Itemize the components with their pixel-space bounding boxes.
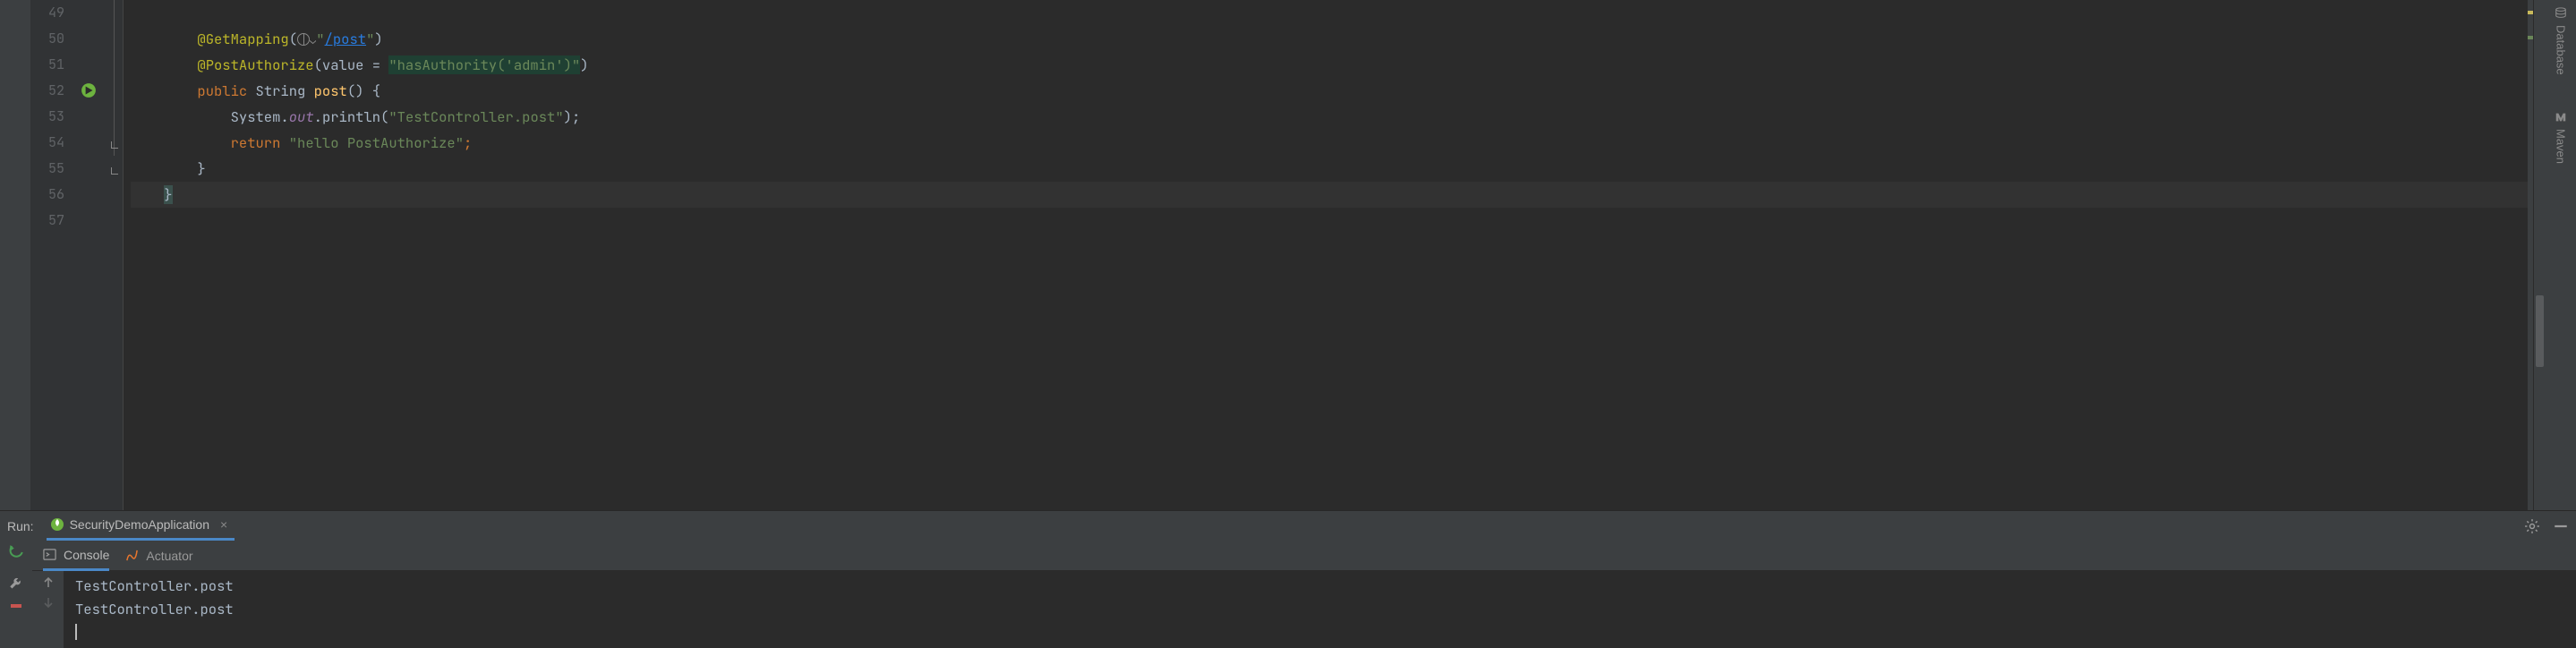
cursor xyxy=(75,624,77,640)
run-tool-window: Run: SecurityDemoApplication × Console A… xyxy=(0,510,2576,648)
console-line: TestController.post xyxy=(75,598,2565,621)
database-tool-button[interactable]: Database xyxy=(2555,7,2568,75)
console-output[interactable]: TestController.post TestController.post xyxy=(64,571,2576,648)
wrench-icon[interactable] xyxy=(8,576,24,593)
console-icon xyxy=(43,548,56,561)
actuator-tab[interactable]: Actuator xyxy=(125,541,192,570)
right-tool-strip: Database Maven xyxy=(2546,0,2576,510)
actuator-icon xyxy=(125,549,139,562)
minimize-icon[interactable] xyxy=(2553,518,2569,534)
run-side-actions xyxy=(0,541,32,571)
url-link[interactable]: /post xyxy=(325,30,367,48)
console-nav-column xyxy=(32,571,64,648)
console-tab[interactable]: Console xyxy=(43,541,109,571)
close-icon[interactable]: × xyxy=(220,517,227,532)
arrow-down-icon[interactable] xyxy=(41,596,55,610)
run-actions-column xyxy=(0,571,32,648)
annotation-postauthorize: @PostAuthorize xyxy=(197,55,313,74)
fold-gutter[interactable] xyxy=(106,0,124,510)
editor-scrollbar[interactable] xyxy=(2533,0,2546,510)
rerun-icon[interactable] xyxy=(8,544,24,560)
project-tool-strip[interactable] xyxy=(0,0,30,510)
console-line: TestController.post xyxy=(75,575,2565,598)
code-content[interactable]: @GetMapping(⌄"/post") @PostAuthorize(val… xyxy=(124,0,2528,510)
run-header: Run: SecurityDemoApplication × xyxy=(0,510,2576,541)
line-number-gutter: 49 50 51 52 53 54 55 56 57 xyxy=(30,0,75,510)
spring-run-icon[interactable] xyxy=(81,82,97,98)
maven-icon xyxy=(2555,111,2567,124)
spring-icon xyxy=(50,517,64,532)
maven-tool-button[interactable]: Maven xyxy=(2555,111,2568,164)
gutter-icon-strip xyxy=(75,0,106,510)
run-label: Run: xyxy=(7,519,34,533)
scrollbar-thumb[interactable] xyxy=(2536,295,2544,367)
globe-icon xyxy=(297,33,310,46)
arrow-up-icon[interactable] xyxy=(41,575,55,589)
database-icon xyxy=(2555,7,2567,20)
gear-icon[interactable] xyxy=(2524,518,2540,534)
annotation-getmapping: @GetMapping xyxy=(197,30,288,48)
run-config-tab[interactable]: SecurityDemoApplication × xyxy=(47,511,235,541)
code-editor[interactable]: 49 50 51 52 53 54 55 56 57 @GetMapping(⌄… xyxy=(30,0,2546,510)
stop-icon[interactable] xyxy=(8,603,24,610)
